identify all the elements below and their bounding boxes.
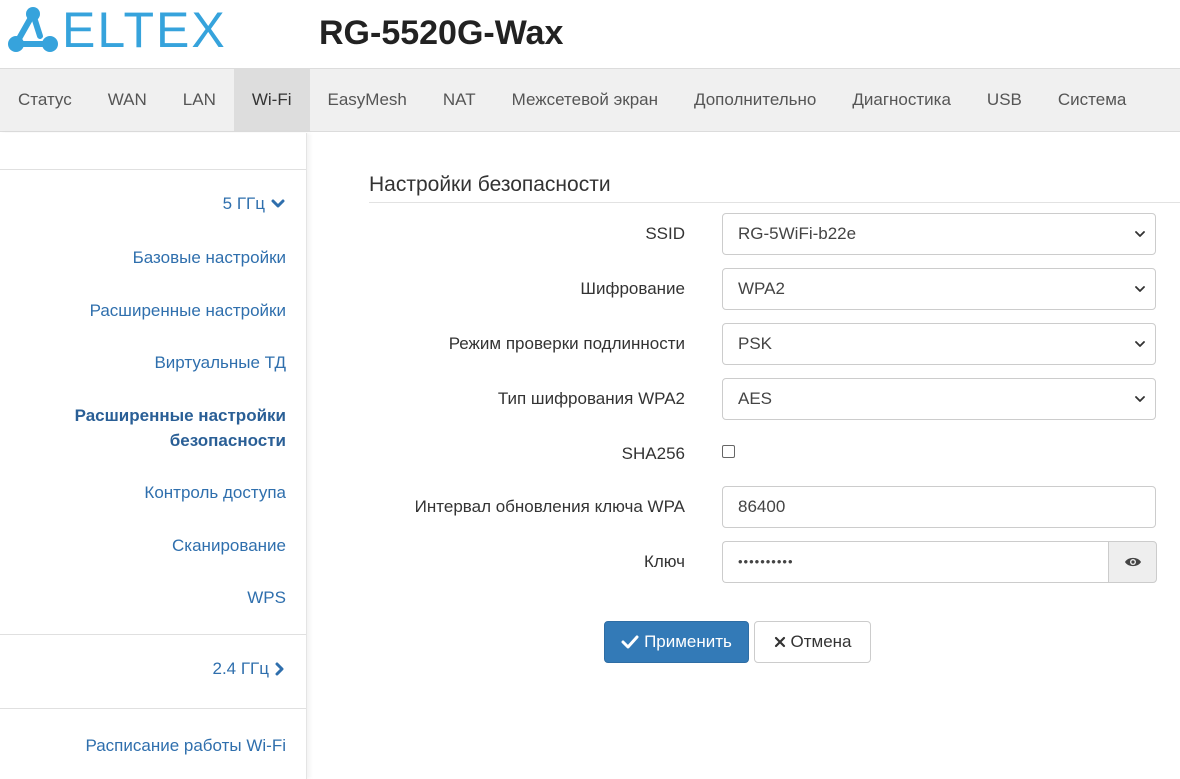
nav-item-nat[interactable]: NAT: [425, 69, 494, 131]
wpa2-cipher-label: Тип шифрования WPA2: [497, 389, 685, 408]
auth-mode-select-value: PSK: [738, 334, 773, 353]
section-title: Настройки безопасности: [369, 173, 611, 196]
close-icon: [774, 636, 785, 648]
sidebar-divider: [0, 708, 306, 709]
sidebar-item-virtual-ap[interactable]: Виртуальные ТД: [6, 350, 286, 375]
logo-mark-icon: [8, 7, 58, 52]
chevron-right-icon: [275, 662, 284, 676]
sidebar-item-wps[interactable]: WPS: [6, 585, 286, 610]
chevron-down-icon: [271, 199, 285, 208]
chevron-down-icon: [1135, 231, 1145, 237]
chevron-down-icon: [1135, 396, 1145, 402]
encryption-select-value: WPA2: [738, 279, 785, 298]
nav-item-usb[interactable]: USB: [969, 69, 1040, 131]
sidebar: 5 ГГц Базовые настройки Расширенные наст…: [0, 133, 307, 779]
sidebar-group-24ghz[interactable]: 2.4 ГГц: [212, 659, 285, 679]
sidebar-item-label-line2: безопасности: [169, 431, 286, 450]
sha256-checkbox[interactable]: [722, 445, 735, 458]
apply-button[interactable]: Применить: [604, 621, 749, 663]
nav-item-diagnostics[interactable]: Диагностика: [834, 69, 969, 131]
rekey-interval-value: 86400: [738, 497, 786, 516]
nav-item-advanced[interactable]: Дополнительно: [676, 69, 834, 131]
ssid-select[interactable]: RG-5WiFi-b22e: [722, 213, 1156, 255]
nav-item-wifi[interactable]: Wi-Fi: [233, 69, 310, 131]
sidebar-item-advanced-settings[interactable]: Расширенные настройки: [6, 298, 286, 323]
section-divider: [369, 202, 1180, 203]
key-password-input[interactable]: ••••••••••: [722, 541, 1109, 583]
cancel-button-label: Отмена: [790, 632, 852, 651]
nav-item-status[interactable]: Статус: [0, 69, 90, 131]
top-navigation: Статус WAN LAN Wi-Fi EasyMesh NAT Межсет…: [0, 68, 1180, 132]
wpa2-cipher-select[interactable]: AES: [722, 378, 1156, 420]
sidebar-group-label: 2.4 ГГц: [212, 659, 269, 678]
nav-item-system[interactable]: Система: [1040, 69, 1144, 131]
sha256-label: SHA256: [621, 444, 685, 463]
key-masked-value: ••••••••••: [738, 554, 794, 569]
nav-item-firewall[interactable]: Межсетевой экран: [494, 69, 676, 131]
encryption-label: Шифрование: [580, 279, 685, 298]
chevron-down-icon: [1135, 341, 1145, 347]
sidebar-item-scanning[interactable]: Сканирование: [6, 533, 286, 558]
chevron-down-icon: [1135, 286, 1145, 292]
device-model-title: RG-5520G-Wax: [319, 14, 564, 52]
sidebar-item-label-line1: Расширенные настройки: [74, 406, 286, 425]
header: ELTEX RG-5520G-Wax: [0, 0, 1180, 68]
nav-item-lan[interactable]: LAN: [165, 69, 234, 131]
nav-item-easymesh[interactable]: EasyMesh: [310, 69, 425, 131]
sidebar-item-advanced-security[interactable]: Расширенные настройки безопасности: [6, 403, 286, 453]
sidebar-item-wifi-schedule[interactable]: Расписание работы Wi-Fi: [6, 733, 286, 758]
eye-icon: [1125, 557, 1141, 567]
sidebar-group-label: 5 ГГц: [222, 194, 265, 213]
nav-item-wan[interactable]: WAN: [90, 69, 165, 131]
key-label: Ключ: [643, 552, 685, 571]
wpa2-cipher-select-value: AES: [738, 389, 773, 408]
show-password-button[interactable]: [1108, 541, 1157, 583]
sidebar-item-basic-settings[interactable]: Базовые настройки: [6, 245, 286, 270]
cancel-button[interactable]: Отмена: [754, 621, 871, 663]
ssid-label: SSID: [645, 224, 685, 243]
sidebar-divider: [0, 169, 306, 170]
rekey-interval-input[interactable]: 86400: [722, 486, 1156, 528]
sidebar-divider: [0, 634, 306, 635]
checkmark-icon: [621, 635, 639, 649]
sidebar-group-5ghz[interactable]: 5 ГГц: [223, 194, 285, 214]
apply-button-label: Применить: [644, 632, 732, 651]
rekey-interval-label: Интервал обновления ключа WPA: [414, 497, 685, 516]
eltex-logo: ELTEX: [0, 0, 250, 68]
encryption-select[interactable]: WPA2: [722, 268, 1156, 310]
logo-text: ELTEX: [62, 2, 227, 58]
ssid-select-value: RG-5WiFi-b22e: [738, 224, 857, 243]
auth-mode-select[interactable]: PSK: [722, 323, 1156, 365]
auth-mode-label: Режим проверки подлинности: [448, 334, 685, 353]
sidebar-item-access-control[interactable]: Контроль доступа: [6, 480, 286, 505]
